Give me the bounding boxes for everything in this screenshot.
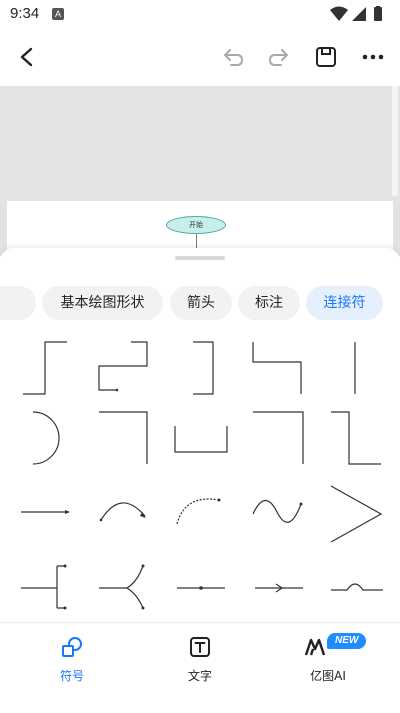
nav-symbols[interactable]: 符号 <box>27 633 117 687</box>
start-connector-line <box>196 234 197 248</box>
tab-callouts[interactable]: 标注 <box>238 286 300 320</box>
ai-logo-icon <box>304 638 326 656</box>
status-time: 9:34 <box>10 5 40 22</box>
redo-icon <box>268 49 288 66</box>
connector-straight-arrow-icon[interactable] <box>15 484 75 544</box>
tab-category-partial[interactable] <box>0 286 36 320</box>
battery-icon <box>374 6 382 21</box>
back-button[interactable] <box>10 40 44 74</box>
connector-dashed-curve-icon[interactable] <box>171 484 231 544</box>
canvas-scrollbar[interactable] <box>392 86 398 196</box>
undo-icon <box>224 49 244 66</box>
nav-symbols-label: 符号 <box>59 669 84 683</box>
tab-connectors[interactable]: 连接符 <box>306 286 383 320</box>
connector-y-split-icon[interactable] <box>93 558 153 618</box>
tab-arrows[interactable]: 箭头 <box>170 286 232 320</box>
connector-curved-arrow-icon[interactable] <box>93 484 153 544</box>
new-badge: NEW <box>327 633 367 649</box>
undo-button[interactable] <box>216 40 250 74</box>
connector-bracket-icon[interactable] <box>171 338 231 398</box>
status-bar: 9:34 A <box>0 0 400 28</box>
nav-text-label: 文字 <box>187 669 212 683</box>
signal-icon <box>352 7 366 21</box>
connector-arrow-mid-icon[interactable] <box>249 558 309 618</box>
redo-button[interactable] <box>262 40 296 74</box>
more-button[interactable] <box>356 40 390 74</box>
connector-vertical-line-icon[interactable] <box>327 338 387 398</box>
connector-step-down-icon[interactable] <box>249 338 309 398</box>
category-tabs: 基本绘图形状 箭头 标注 连接符 <box>0 286 400 320</box>
connector-corner-icon[interactable] <box>93 408 153 468</box>
status-icons <box>330 6 390 26</box>
notification-a-icon: A <box>52 8 64 20</box>
connector-u-shape-icon[interactable] <box>171 408 231 468</box>
connector-wave-icon[interactable] <box>249 484 309 544</box>
connector-dot-line-icon[interactable] <box>171 558 231 618</box>
editor-toolbar <box>0 28 400 86</box>
chevron-left-icon <box>20 47 33 67</box>
connector-zigzag-icon[interactable] <box>327 484 387 544</box>
connector-arc-icon[interactable] <box>15 408 75 468</box>
connector-corner-down-icon[interactable] <box>249 408 309 468</box>
bottom-nav: 符号 文字 NEW 亿图AI <box>0 622 400 713</box>
nav-ai-label: 亿图AI <box>310 669 346 683</box>
save-icon <box>316 47 336 67</box>
connector-jump-icon[interactable] <box>327 558 387 618</box>
more-icon <box>362 54 384 60</box>
save-button[interactable] <box>309 40 343 74</box>
nav-text[interactable]: 文字 <box>155 633 245 687</box>
connector-step-icon[interactable] <box>93 338 153 398</box>
wifi-icon <box>330 6 348 21</box>
tab-basic-shapes[interactable]: 基本绘图形状 <box>42 286 163 320</box>
text-icon <box>190 637 210 657</box>
connector-z-step-icon[interactable] <box>327 408 387 468</box>
sheet-drag-handle[interactable] <box>175 256 225 260</box>
connector-elbow-up-icon[interactable] <box>15 338 75 398</box>
start-node[interactable]: 开始 <box>166 216 226 234</box>
symbol-shapes-icon <box>62 637 82 657</box>
nav-ai[interactable]: NEW 亿图AI <box>283 633 373 687</box>
connector-fork-icon[interactable] <box>15 558 75 618</box>
